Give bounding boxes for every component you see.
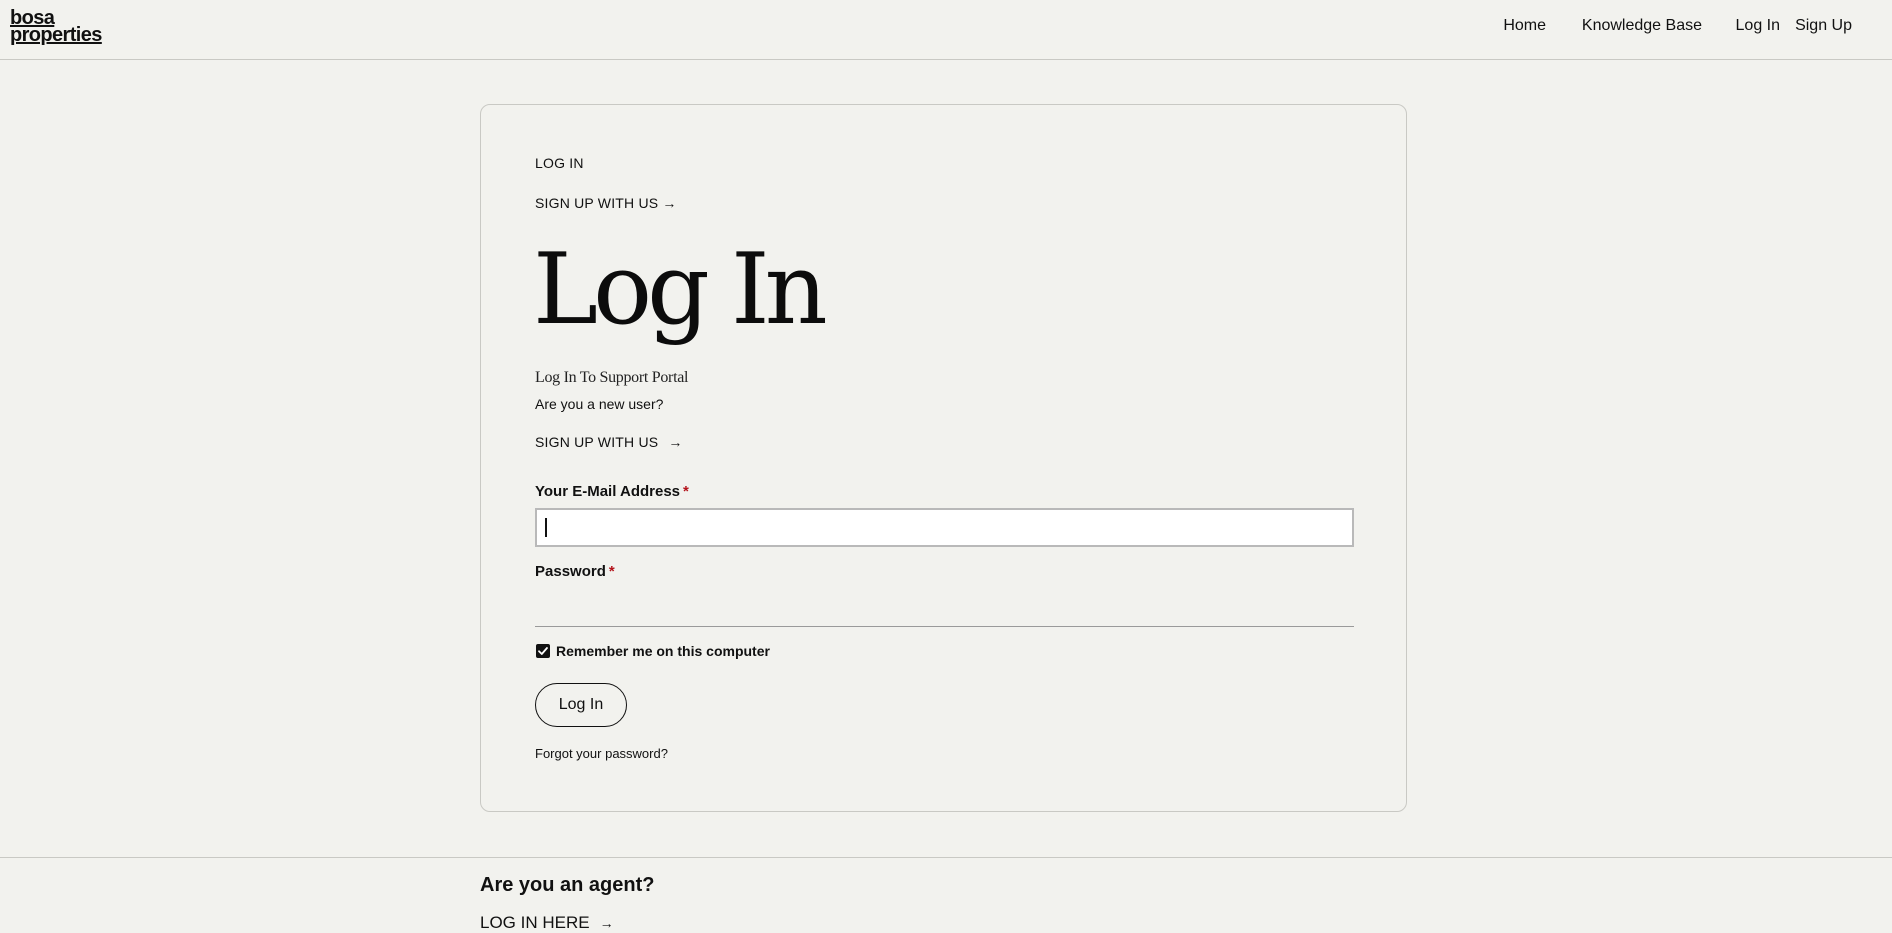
remember-me-checkbox[interactable] [536, 644, 550, 658]
logo-line-2: properties [10, 24, 102, 46]
email-field[interactable] [535, 508, 1354, 547]
email-label: Your E-Mail Address * [535, 483, 689, 500]
password-label: Password * [535, 563, 615, 580]
password-field[interactable] [535, 626, 1354, 627]
nav-knowledge-base-link[interactable]: Knowledge Base [1582, 17, 1702, 35]
required-marker: * [608, 563, 615, 580]
required-marker: * [683, 483, 689, 500]
top-log-in-link[interactable]: LOG IN [535, 155, 584, 171]
arrow-right-icon: → [668, 434, 683, 450]
text-cursor [545, 518, 547, 537]
arrow-right-icon: → [662, 195, 677, 211]
page-title: Log In [533, 233, 828, 347]
remember-me-label[interactable]: Remember me on this computer [556, 643, 770, 659]
nav-sign-up-link[interactable]: Sign Up [1795, 17, 1852, 35]
login-card: LOG IN SIGN UP WITH US → Log In Log In To… [480, 104, 1407, 812]
password-label-text: Password [535, 563, 606, 580]
agent-heading: Are you an agent? [480, 874, 655, 896]
bosa-properties-logo[interactable]: bosa properties [10, 8, 102, 46]
top-sign-up-label: SIGN UP WITH US [535, 195, 659, 211]
page-subtitle: Log In To Support Portal [535, 369, 689, 386]
agent-log-in-link[interactable]: LOG IN HERE → [480, 913, 614, 933]
email-label-text: Your E-Mail Address [535, 483, 681, 500]
forgot-password-link[interactable]: Forgot your password? [535, 746, 668, 761]
sign-up-link[interactable]: SIGN UP WITH US → [535, 434, 683, 450]
arrow-right-icon: → [599, 915, 614, 931]
site-header: bosa properties Home Knowledge Base Log … [0, 0, 1892, 60]
checkmark-icon [538, 647, 548, 655]
footer-divider [0, 857, 1892, 858]
nav-home-link[interactable]: Home [1503, 17, 1546, 35]
log-in-button[interactable]: Log In [535, 683, 627, 727]
new-user-prompt: Are you a new user? [535, 396, 664, 412]
top-sign-up-link[interactable]: SIGN UP WITH US → [535, 195, 677, 211]
sign-up-label: SIGN UP WITH US [535, 434, 659, 450]
agent-log-in-label: LOG IN HERE [480, 913, 590, 932]
nav-log-in-link[interactable]: Log In [1736, 17, 1780, 35]
